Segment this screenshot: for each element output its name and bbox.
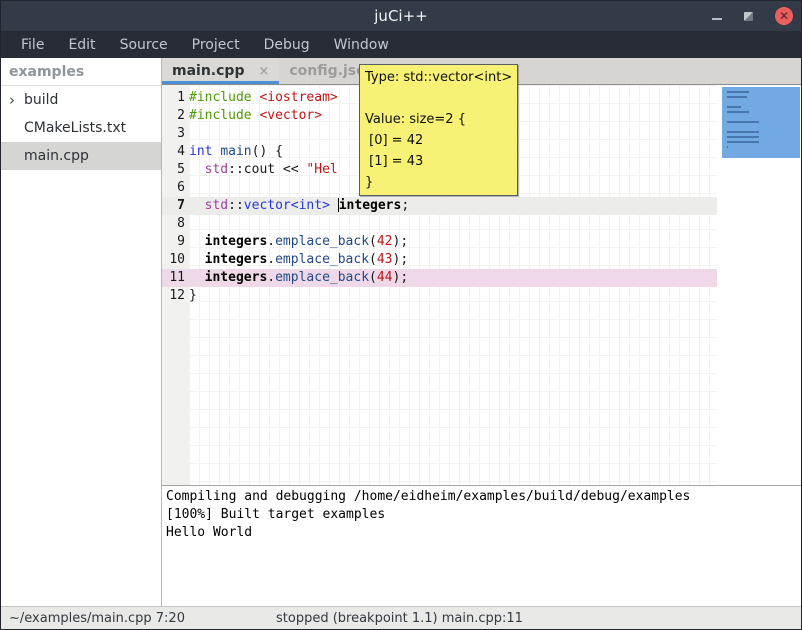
menu-window[interactable]: Window xyxy=(324,34,399,56)
terminal-line: [100%] Built target examples xyxy=(166,506,801,524)
code-line[interactable]: integers.emplace_back(44); xyxy=(189,269,717,287)
status-debug-state: stopped (breakpoint 1.1) main.cpp:11 xyxy=(276,611,523,626)
close-button[interactable]: ✕ xyxy=(775,7,793,25)
close-icon: ✕ xyxy=(779,10,789,22)
menu-debug[interactable]: Debug xyxy=(254,34,320,56)
menubar: File Edit Source Project Debug Window xyxy=(1,31,801,58)
minimap-line xyxy=(727,121,759,123)
tab-maincpp[interactable]: main.cpp × xyxy=(162,58,279,84)
restore-button-icon[interactable] xyxy=(744,12,753,21)
minimap-line xyxy=(727,141,759,143)
app-window: juCi++ ✕ File Edit Source Project Debug … xyxy=(0,0,802,630)
tooltip-line: } xyxy=(365,172,512,193)
code-line[interactable] xyxy=(189,215,717,233)
terminal-line: Hello World xyxy=(166,524,801,542)
debug-value-tooltip: Type: std::vector<int> Value: size=2 { [… xyxy=(359,64,518,196)
line-number[interactable]: 2 xyxy=(162,107,189,125)
line-number[interactable]: 9 xyxy=(162,233,189,251)
tree-item-label: CMakeLists.txt xyxy=(24,120,126,136)
line-number[interactable]: 6 xyxy=(162,179,189,197)
file-tree-sidebar: examples › build CMakeLists.txt main.cpp xyxy=(1,58,162,606)
sidebar-item-cmakelists[interactable]: CMakeLists.txt xyxy=(1,114,161,142)
tooltip-line: Value: size=2 { xyxy=(365,109,512,130)
tree-item-label: main.cpp xyxy=(24,148,89,164)
chevron-right-icon[interactable]: › xyxy=(9,93,23,108)
line-number[interactable]: 12 xyxy=(162,287,189,305)
line-number[interactable]: 7 xyxy=(162,197,189,215)
status-file-location: ~/examples/main.cpp 7:20 xyxy=(9,611,185,626)
line-number[interactable]: 1 xyxy=(162,89,189,107)
minimap-line xyxy=(727,146,728,148)
tab-label: main.cpp xyxy=(172,63,244,79)
sidebar-item-build[interactable]: › build xyxy=(1,86,161,114)
tooltip-line: [0] = 42 xyxy=(365,130,512,151)
minimap-line xyxy=(727,96,747,98)
tree-item-label: build xyxy=(24,92,58,108)
line-number[interactable]: 8 xyxy=(162,215,189,233)
titlebar[interactable]: juCi++ ✕ xyxy=(1,1,801,31)
minimap-line xyxy=(727,136,759,138)
minimap-line xyxy=(727,91,749,93)
terminal-line: Compiling and debugging /home/eidheim/ex… xyxy=(166,488,801,506)
code-line[interactable]: integers.emplace_back(42); xyxy=(189,233,717,251)
menu-project[interactable]: Project xyxy=(182,34,250,56)
statusbar: ~/examples/main.cpp 7:20 stopped (breakp… xyxy=(1,606,801,629)
tab-close-icon[interactable]: × xyxy=(258,64,269,79)
tooltip-line xyxy=(365,88,512,109)
window-title: juCi++ xyxy=(374,7,427,25)
build-output-terminal[interactable]: Compiling and debugging /home/eidheim/ex… xyxy=(162,485,801,606)
menu-edit[interactable]: Edit xyxy=(58,34,105,56)
line-number-gutter[interactable]: 123456789101112 xyxy=(162,85,189,485)
minimap-line xyxy=(727,106,741,108)
sidebar-item-maincpp[interactable]: main.cpp xyxy=(1,142,161,170)
line-number[interactable]: 5 xyxy=(162,161,189,179)
code-line[interactable]: std::vector<int> integers; xyxy=(189,197,717,215)
window-controls: ✕ xyxy=(712,1,793,31)
minimap-line xyxy=(727,131,759,133)
menu-source[interactable]: Source xyxy=(110,34,178,56)
line-number[interactable]: 10 xyxy=(162,251,189,269)
minimize-button-icon[interactable] xyxy=(712,18,722,20)
line-number[interactable]: 4 xyxy=(162,143,189,161)
active-tab-underline xyxy=(162,81,279,84)
minimap-line xyxy=(727,111,749,113)
line-number[interactable]: 11 xyxy=(162,269,189,287)
tooltip-line: Type: std::vector<int> xyxy=(365,67,512,88)
minimap[interactable] xyxy=(722,87,800,158)
tooltip-line: [1] = 43 xyxy=(365,151,512,172)
menu-file[interactable]: File xyxy=(11,34,54,56)
code-line[interactable]: } xyxy=(189,287,717,305)
line-number[interactable]: 3 xyxy=(162,125,189,143)
project-name-header: examples xyxy=(1,58,161,86)
code-line[interactable]: integers.emplace_back(43); xyxy=(189,251,717,269)
